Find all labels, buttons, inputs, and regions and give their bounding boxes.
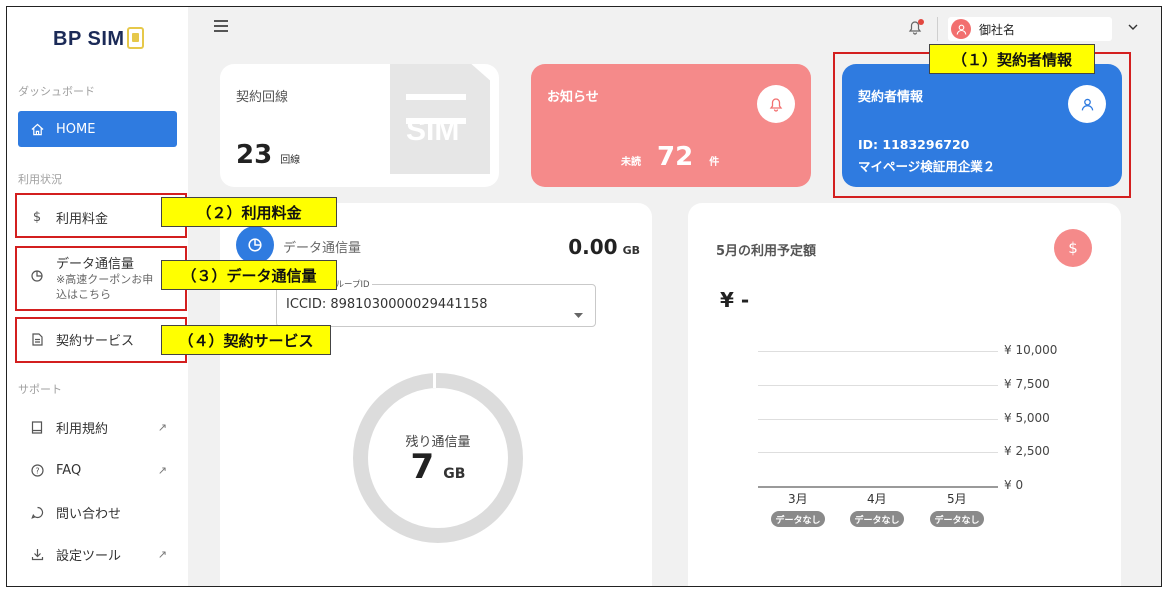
svg-text:?: ?	[35, 466, 39, 475]
unread-label: 未読	[621, 157, 641, 168]
external-link-icon: ↗	[157, 463, 167, 477]
divider	[937, 17, 938, 41]
card-contracted-lines[interactable]: SIM 契約回線 23 回線	[220, 64, 499, 187]
forecast-chart: ¥ 10,000 ¥ 7,500 ¥ 5,000 ¥ 2,500 ¥ 0 3月データなし 4…	[688, 203, 1121, 586]
chart-category-label: 3月	[788, 492, 808, 506]
sidebar-item-contact[interactable]: 問い合わせ	[18, 494, 177, 530]
sim-chip-icon	[126, 27, 144, 49]
chart-no-data-badge: データなし	[930, 511, 984, 527]
bell-icon	[757, 85, 795, 123]
external-link-icon: ↗	[157, 420, 167, 434]
screen-frame: BP SIM ダッシュボード HOME 利用状況 $ 利用料金 データ通信量 ※…	[6, 6, 1162, 587]
caret-down-icon	[574, 303, 583, 322]
notification-dot	[918, 19, 924, 25]
sidebar-item-label: 利用規約	[56, 421, 109, 437]
notification-bell-icon[interactable]	[908, 19, 924, 37]
pie-chart-icon	[236, 226, 274, 264]
sidebar-item-label: 設定ツール	[56, 548, 122, 564]
user-avatar-icon	[951, 19, 971, 39]
sim-card-watermark-icon: SIM	[390, 64, 490, 174]
sidebar-item-label: HOME	[56, 121, 96, 137]
book-icon	[18, 420, 56, 434]
group-id-select[interactable]: グループID ICCID: 8981030000029441158	[276, 278, 596, 327]
data-usage-unit: GB	[622, 244, 640, 257]
lines-count: 23	[236, 140, 273, 170]
section-label-usage: 利用状況	[18, 173, 62, 186]
sidebar-item-settings-tool[interactable]: 設定ツール ↗	[18, 536, 177, 572]
chart-ytick-label: ¥ 2,500	[1004, 444, 1050, 459]
sidebar-item-home[interactable]: HOME	[18, 111, 177, 147]
annotation-label-data-usage: （３）データ通信量	[161, 260, 337, 290]
chart-gridline	[758, 452, 998, 454]
remaining-unit: GB	[443, 466, 466, 482]
menu-icon[interactable]	[214, 20, 228, 32]
unread-unit: 件	[709, 157, 720, 168]
chart-gridline	[758, 351, 998, 352]
external-link-icon: ↗	[157, 547, 167, 561]
chevron-down-icon[interactable]	[1128, 21, 1138, 34]
data-usage-amount: 0.00	[568, 235, 618, 259]
annotation-label-contract-service: （４）契約サービス	[161, 325, 331, 355]
chart-ytick-label: ¥ 7,500	[1004, 376, 1050, 391]
donut-marker	[433, 373, 436, 388]
user-name: 御社名	[979, 22, 1016, 37]
sidebar-item-label: FAQ	[56, 462, 82, 478]
sidebar-item-faq[interactable]: ? FAQ ↗	[18, 452, 177, 488]
chart-category-label: 4月	[867, 492, 887, 506]
sidebar-item-label: 問い合わせ	[56, 506, 122, 522]
section-label-support: サポート	[18, 383, 62, 396]
chart-no-data-badge: データなし	[771, 511, 825, 527]
sidebar-item-terms[interactable]: 利用規約 ↗	[18, 409, 177, 445]
download-icon	[18, 548, 56, 561]
lines-unit: 回線	[280, 155, 301, 166]
section-label-dashboard: ダッシュボード	[18, 85, 95, 98]
panel-usage-forecast: 5月の利用予定額 $ ¥ - ¥ 10,000 ¥ 7,500 ¥ 5,000 ¥ 2…	[688, 203, 1121, 586]
chart-gridline	[758, 486, 998, 488]
chat-bubble-icon	[18, 506, 56, 519]
select-value: ICCID: 8981030000029441158	[286, 297, 488, 312]
card-title: お知らせ	[547, 90, 599, 105]
panel-title: データ通信量	[283, 241, 362, 256]
card-news[interactable]: お知らせ 未読 72 件	[531, 64, 811, 187]
annotation-label-fees: （２）利用料金	[161, 197, 337, 227]
logo-text: BP SIM	[53, 28, 125, 50]
chart-gridline	[758, 418, 998, 420]
annotation-label-contractor: （１）契約者情報	[929, 44, 1095, 74]
chart-ytick-label: ¥ 5,000	[1004, 410, 1050, 425]
card-title: 契約回線	[236, 90, 289, 105]
logo[interactable]: BP SIM	[53, 27, 144, 51]
chart-no-data-badge: データなし	[850, 511, 904, 527]
unread-count: 72	[657, 142, 694, 172]
remaining-value: 7	[410, 447, 435, 487]
chart-ytick-label: ¥ 0	[1004, 478, 1024, 492]
question-circle-icon: ?	[18, 463, 56, 477]
user-menu[interactable]: 御社名	[948, 17, 1112, 41]
chart-gridline	[758, 384, 998, 386]
chart-ytick-label: ¥ 10,000	[1004, 343, 1058, 357]
home-icon	[18, 123, 56, 136]
chart-category-label: 5月	[947, 492, 967, 506]
